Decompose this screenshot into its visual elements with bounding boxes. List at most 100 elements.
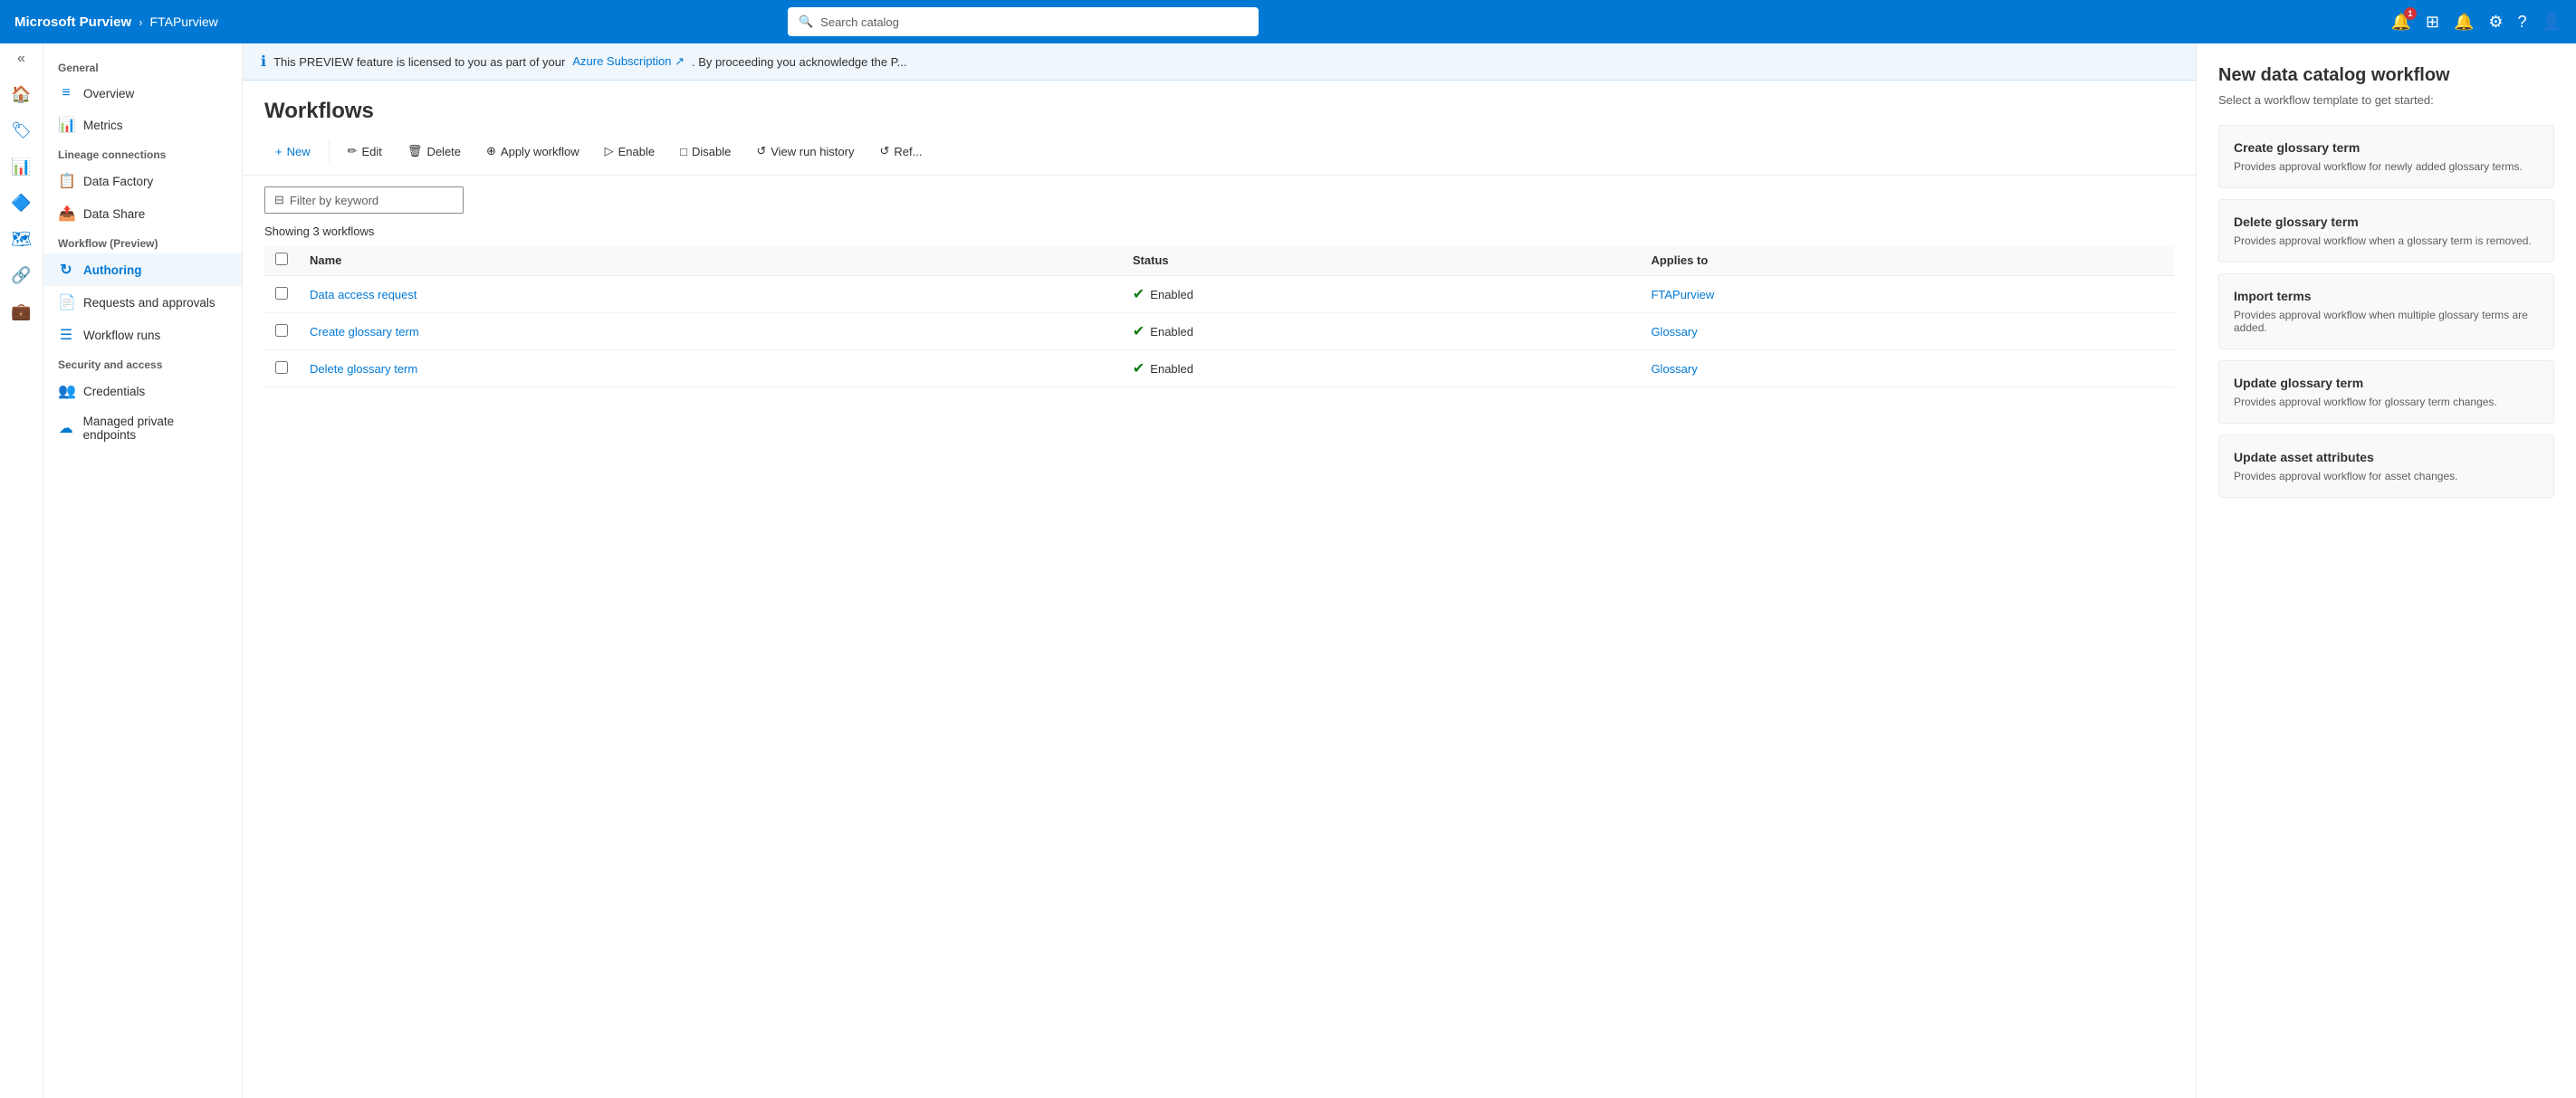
- sidebar-item-workflow-runs[interactable]: ☰ Workflow runs: [43, 319, 242, 351]
- edit-icon: ✏: [348, 144, 358, 158]
- rail-lineage-icon[interactable]: 🔗: [5, 259, 38, 291]
- profile-button[interactable]: 👤: [2542, 13, 2562, 32]
- row-checkbox-cell-1[interactable]: [264, 313, 299, 350]
- enabled-icon-2: ✔: [1133, 359, 1144, 377]
- toolbar: + New ✏ Edit 🗑 Delete ⊕ Apply workflow ▷…: [243, 138, 2196, 176]
- topbar-icons: 🔔 1 ⊞ 🔔 ⚙ ? 👤: [2390, 13, 2562, 32]
- toolbar-separator-1: [329, 140, 330, 162]
- workflow-link-2[interactable]: Delete glossary term: [310, 362, 417, 376]
- notification-badge: 1: [2404, 7, 2417, 20]
- view-run-history-button[interactable]: ↺ View run history: [745, 138, 865, 164]
- select-all-checkbox[interactable]: [275, 253, 288, 265]
- sidebar-item-requests-label: Requests and approvals: [83, 296, 215, 310]
- sidebar-item-authoring-label: Authoring: [83, 263, 141, 277]
- delete-icon: 🗑: [407, 144, 423, 158]
- sidebar-item-authoring[interactable]: ↻ Authoring: [43, 253, 242, 286]
- run-history-icon: ↺: [756, 144, 766, 158]
- filter-bar: ⊟ Filter by keyword: [243, 176, 2196, 224]
- preview-banner-text2: . By proceeding you acknowledge the P...: [692, 55, 907, 69]
- managed-endpoints-icon: ☁: [58, 419, 74, 437]
- new-button[interactable]: + New: [264, 139, 321, 164]
- sidebar-item-metrics-label: Metrics: [83, 119, 123, 132]
- data-share-icon: 📤: [58, 205, 74, 223]
- rail-home-icon[interactable]: 🏠: [5, 78, 38, 110]
- settings-button[interactable]: ⚙: [2488, 13, 2503, 32]
- rail-insights-icon[interactable]: 📊: [5, 150, 38, 183]
- template-desc-2: Provides approval workflow when multiple…: [2234, 309, 2539, 334]
- grid-view-button[interactable]: ⊞: [2426, 13, 2439, 32]
- row-checkbox-2[interactable]: [275, 361, 288, 374]
- row-checkbox-cell-0[interactable]: [264, 276, 299, 313]
- sidebar-item-managed-endpoints-label: Managed private endpoints: [83, 415, 227, 442]
- sidebar-item-overview-label: Overview: [83, 87, 134, 100]
- sidebar-item-requests-approvals[interactable]: 📄 Requests and approvals: [43, 286, 242, 319]
- row-checkbox-cell-2[interactable]: [264, 350, 299, 387]
- sidebar-general-label: General: [43, 54, 242, 78]
- template-card-create-glossary-term[interactable]: Create glossary term Provides approval w…: [2218, 125, 2554, 188]
- applies-to-link-0[interactable]: FTAPurview: [1651, 288, 1714, 301]
- notification-button[interactable]: 🔔 1: [2390, 13, 2410, 32]
- enabled-icon-1: ✔: [1133, 322, 1144, 340]
- apply-workflow-button[interactable]: ⊕ Apply workflow: [475, 138, 590, 164]
- disable-button[interactable]: □ Disable: [669, 139, 742, 164]
- delete-button[interactable]: 🗑 Delete: [397, 138, 472, 164]
- overview-icon: ≡: [58, 85, 74, 101]
- row-status-2: ✔ Enabled: [1122, 350, 1641, 387]
- row-checkbox-1[interactable]: [275, 324, 288, 337]
- instance-name: FTAPurview: [150, 14, 218, 29]
- rail-governance-icon[interactable]: 🔷: [5, 186, 38, 219]
- main-content: ℹ This PREVIEW feature is licensed to yo…: [243, 43, 2196, 1098]
- filter-input[interactable]: ⊟ Filter by keyword: [264, 186, 464, 214]
- workflows-header: Workflows: [243, 81, 2196, 138]
- sidebar-item-data-factory-label: Data Factory: [83, 175, 153, 188]
- row-applies-to-2: Glossary: [1640, 350, 2174, 387]
- alerts-button[interactable]: 🔔: [2454, 13, 2474, 32]
- row-status-1: ✔ Enabled: [1122, 313, 1641, 350]
- sidebar-item-data-share[interactable]: 📤 Data Share: [43, 197, 242, 230]
- rail-management-icon[interactable]: 💼: [5, 295, 38, 328]
- status-text-1: Enabled: [1150, 325, 1193, 339]
- row-checkbox-0[interactable]: [275, 287, 288, 300]
- status-badge-2: ✔ Enabled: [1133, 359, 1630, 377]
- edit-button[interactable]: ✏ Edit: [337, 138, 393, 164]
- status-badge-1: ✔ Enabled: [1133, 322, 1630, 340]
- template-desc-1: Provides approval workflow when a glossa…: [2234, 234, 2539, 247]
- sidebar-item-overview[interactable]: ≡ Overview: [43, 78, 242, 109]
- template-card-update-glossary-term[interactable]: Update glossary term Provides approval w…: [2218, 360, 2554, 424]
- sidebar-item-data-factory[interactable]: 📋 Data Factory: [43, 165, 242, 197]
- workflow-link-0[interactable]: Data access request: [310, 288, 417, 301]
- template-card-import-terms[interactable]: Import terms Provides approval workflow …: [2218, 273, 2554, 349]
- workflow-runs-icon: ☰: [58, 326, 74, 344]
- template-card-delete-glossary-term[interactable]: Delete glossary term Provides approval w…: [2218, 199, 2554, 263]
- template-title-4: Update asset attributes: [2234, 450, 2539, 464]
- applies-to-link-2[interactable]: Glossary: [1651, 362, 1697, 376]
- refresh-button[interactable]: ↺ Ref...: [868, 138, 933, 164]
- template-title-0: Create glossary term: [2234, 140, 2539, 155]
- search-box[interactable]: 🔍 Search catalog: [788, 7, 1259, 36]
- preview-banner-text: This PREVIEW feature is licensed to you …: [273, 55, 565, 69]
- status-text-2: Enabled: [1150, 362, 1193, 376]
- rail-data-map-icon[interactable]: 🗺: [5, 223, 38, 255]
- enable-icon: ▷: [605, 144, 614, 158]
- rail-catalog-icon[interactable]: 🏷: [5, 114, 38, 147]
- data-factory-icon: 📋: [58, 172, 74, 190]
- collapse-button[interactable]: «: [17, 51, 25, 67]
- applies-to-link-1[interactable]: Glossary: [1651, 325, 1697, 339]
- col-header-name: Name: [299, 245, 1122, 276]
- sidebar-item-metrics[interactable]: 📊 Metrics: [43, 109, 242, 141]
- sidebar-item-credentials[interactable]: 👥 Credentials: [43, 375, 242, 407]
- templates-container: Create glossary term Provides approval w…: [2218, 125, 2554, 498]
- sidebar-item-managed-private-endpoints[interactable]: ☁ Managed private endpoints: [43, 407, 242, 449]
- showing-text: Showing 3 workflows: [243, 224, 2196, 245]
- azure-subscription-link[interactable]: Azure Subscription ↗: [572, 54, 685, 69]
- table-row: Delete glossary term ✔ Enabled Glossary: [264, 350, 2174, 387]
- table-row: Data access request ✔ Enabled FTAPurview: [264, 276, 2174, 313]
- workflow-link-1[interactable]: Create glossary term: [310, 325, 419, 339]
- preview-banner: ℹ This PREVIEW feature is licensed to yo…: [243, 43, 2196, 81]
- sidebar-item-workflow-runs-label: Workflow runs: [83, 329, 160, 342]
- select-all-checkbox-header[interactable]: [264, 245, 299, 276]
- help-button[interactable]: ?: [2518, 13, 2527, 32]
- enable-button[interactable]: ▷ Enable: [594, 138, 666, 164]
- template-card-update-asset-attributes[interactable]: Update asset attributes Provides approva…: [2218, 434, 2554, 498]
- table-row: Create glossary term ✔ Enabled Glossary: [264, 313, 2174, 350]
